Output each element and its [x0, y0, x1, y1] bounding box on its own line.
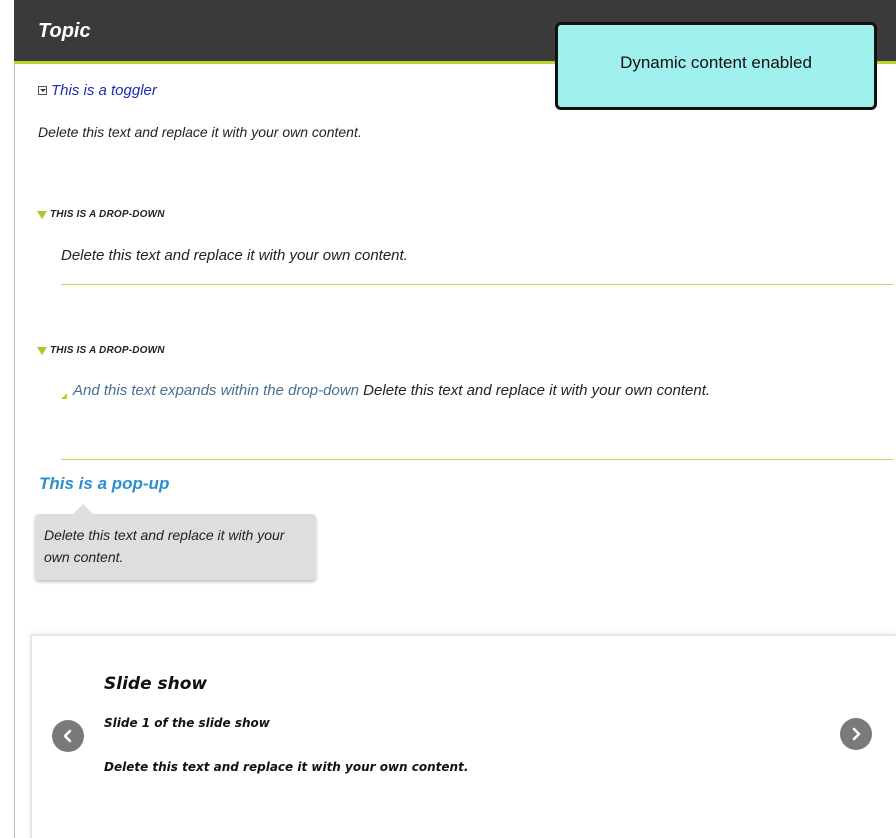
chevron-right-icon: [852, 727, 861, 741]
slide-subtitle: Slide 1 of the slide show: [104, 716, 270, 730]
toggle-expand-icon[interactable]: [38, 86, 47, 95]
toggler[interactable]: This is a toggler: [38, 82, 157, 99]
callout-text: Dynamic content enabled: [620, 53, 812, 72]
dropdown-label-1[interactable]: THIS IS A DROP-DOWN: [50, 209, 165, 220]
popup-link[interactable]: This is a pop-up: [39, 474, 169, 494]
expand-triangle-icon[interactable]: [61, 389, 67, 399]
popup-text: Delete this text and replace it with you…: [44, 527, 285, 565]
expanding-text-body: Delete this text and replace it with you…: [359, 382, 711, 399]
expanding-text-row: And this text expands within the drop-do…: [61, 382, 710, 399]
dropdown-body-1: Delete this text and replace it with you…: [61, 247, 408, 264]
dropdown-head-2[interactable]: THIS IS A DROP-DOWN: [37, 345, 165, 356]
slideshow-next-button[interactable]: [840, 718, 872, 750]
dropdown-arrow-icon[interactable]: [37, 210, 47, 219]
dynamic-content-callout: Dynamic content enabled: [555, 22, 877, 110]
dropdown-head-1[interactable]: THIS IS A DROP-DOWN: [37, 209, 165, 220]
divider: [61, 284, 893, 285]
intro-paragraph: Delete this text and replace it with you…: [38, 124, 362, 140]
slideshow-prev-button[interactable]: [52, 720, 84, 752]
slide-body: Delete this text and replace it with you…: [104, 760, 469, 774]
dropdown-label-2[interactable]: THIS IS A DROP-DOWN: [50, 345, 165, 356]
page-title: Topic: [38, 20, 91, 42]
chevron-left-icon: [63, 729, 72, 743]
divider: [61, 459, 893, 460]
expanding-text-link[interactable]: And this text expands within the drop-do…: [73, 382, 359, 399]
dropdown-arrow-icon[interactable]: [37, 346, 47, 355]
slide-title: Slide show: [104, 674, 208, 694]
popup-tooltip: Delete this text and replace it with you…: [35, 504, 316, 580]
toggler-label[interactable]: This is a toggler: [51, 82, 157, 99]
slideshow-panel: [30, 634, 896, 838]
